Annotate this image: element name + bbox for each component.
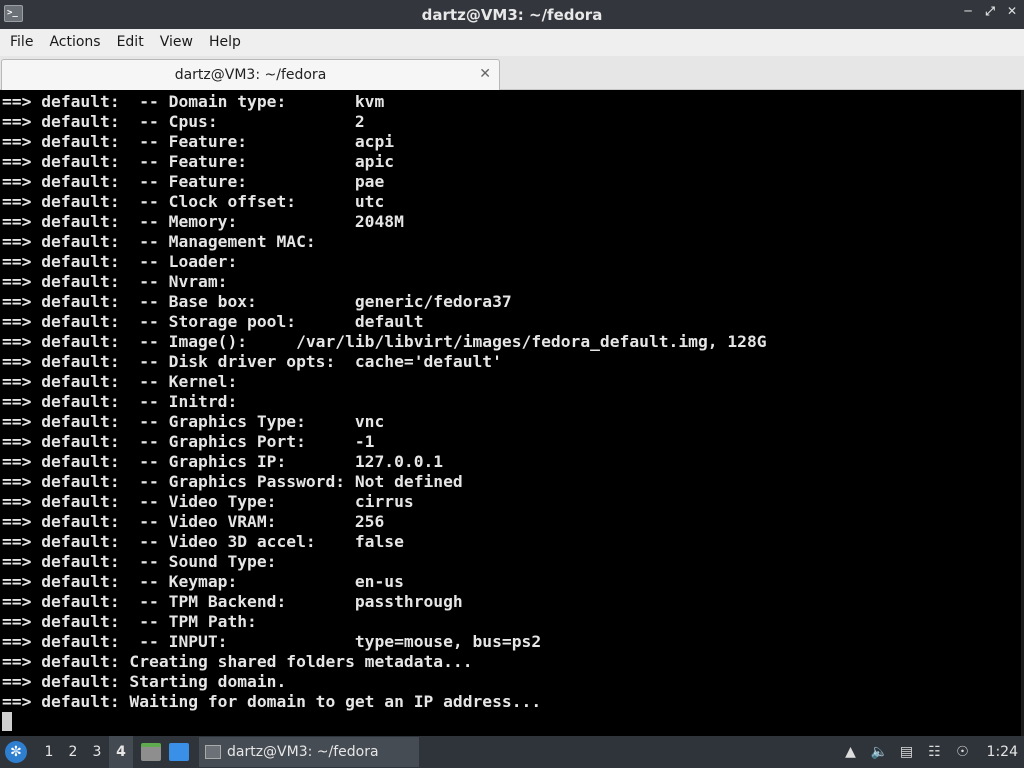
terminal-line: ==> default: -- Loader: [2,252,238,271]
terminal-line: ==> default: -- Graphics Password: Not d… [2,472,463,491]
terminal-line: ==> default: -- INPUT: type=mouse, bus=p… [2,632,542,651]
terminal-line: ==> default: -- Video VRAM: 256 [2,512,385,531]
terminal-icon [205,745,221,759]
menu-view[interactable]: View [152,29,201,56]
terminal-line: ==> default: -- Graphics Type: vnc [2,412,385,431]
minimize-icon[interactable]: ─ [962,4,974,19]
terminal-line: ==> default: -- Disk driver opts: cache=… [2,352,502,371]
terminal-line: ==> default: -- Cpus: 2 [2,112,365,131]
menu-bar: File Actions Edit View Help [0,29,1024,56]
task-label: dartz@VM3: ~/fedora [227,744,379,760]
terminal-line: ==> default: -- Feature: pae [2,172,385,191]
workspace-1[interactable]: 1 [37,736,61,768]
terminal-line: ==> default: -- Kernel: [2,372,238,391]
workspace-switcher: 1 2 3 4 [37,736,133,768]
terminal-line: ==> default: -- Video 3D accel: false [2,532,404,551]
terminal-line: ==> default: Waiting for domain to get a… [2,692,542,711]
workspace-3[interactable]: 3 [85,736,109,768]
terminal-icon: >_ [4,5,23,22]
terminal-line: ==> default: -- Feature: apic [2,152,395,171]
terminal-line: ==> default: -- Base box: generic/fedora… [2,292,512,311]
menu-actions[interactable]: Actions [41,29,108,56]
tab-close-icon[interactable]: ✕ [479,66,491,82]
terminal-line: ==> default: -- Storage pool: default [2,312,424,331]
terminal-line: ==> default: -- Keymap: en-us [2,572,404,591]
terminal-line: ==> default: -- Initrd: [2,392,238,411]
taskbar-window-button[interactable]: dartz@VM3: ~/fedora [199,737,419,767]
window-title: dartz@VM3: ~/fedora [421,5,603,24]
terminal-output: ==> default: -- Domain type: kvm ==> defa… [2,92,767,732]
window-titlebar[interactable]: >_ dartz@VM3: ~/fedora ─ ⤢ ✕ [0,0,1024,29]
terminal-line: ==> default: -- Video Type: cirrus [2,492,414,511]
terminal-line: ==> default: -- Graphics IP: 127.0.0.1 [2,452,444,471]
window-controls: ─ ⤢ ✕ [962,4,1018,19]
terminal-line: ==> default: -- Clock offset: utc [2,192,385,211]
terminal-cursor [2,712,12,731]
taskbar: ✼ 1 2 3 4 dartz@VM3: ~/fedora ▲ 🔈 ▤ ☷ ☉ … [0,736,1024,768]
update-icon[interactable]: ▲ [843,744,859,760]
tab-bar: dartz@VM3: ~/fedora ✕ [0,56,1024,90]
terminal-line: ==> default: -- Sound Type: [2,552,277,571]
terminal-line: ==> default: -- Image(): /var/lib/libvir… [2,332,767,351]
clock: 1:24 [986,744,1018,760]
workspace-2[interactable]: 2 [61,736,85,768]
terminal-line: ==> default: -- Memory: 2048M [2,212,404,231]
terminal-line: ==> default: -- Domain type: kvm [2,92,385,111]
terminal-tab[interactable]: dartz@VM3: ~/fedora ✕ [1,59,500,90]
system-tray: ▲ 🔈 ▤ ☷ ☉ 1:24 [843,744,1024,760]
menu-help[interactable]: Help [201,29,249,56]
file-manager-icon[interactable] [141,743,161,761]
menu-file[interactable]: File [2,29,41,56]
show-desktop-icon[interactable] [169,743,189,761]
terminal-line: ==> default: -- Nvram: [2,272,228,291]
start-menu-icon[interactable]: ✼ [5,741,27,763]
close-icon[interactable]: ✕ [1006,4,1018,19]
terminal-line: ==> default: -- TPM Backend: passthrough [2,592,463,611]
terminal-line: ==> default: -- TPM Path: [2,612,257,631]
restore-icon[interactable]: ⤢ [984,4,996,19]
terminal-line: ==> default: Creating shared folders met… [2,652,473,671]
workspace-4[interactable]: 4 [109,736,133,768]
clipboard-icon[interactable]: ☷ [927,744,943,760]
tab-label: dartz@VM3: ~/fedora [174,67,327,83]
menu-edit[interactable]: Edit [109,29,152,56]
terminal-line: ==> default: -- Management MAC: [2,232,316,251]
terminal-prompt-line [2,712,767,732]
terminal-line: ==> default: -- Graphics Port: -1 [2,432,375,451]
terminal-line: ==> default: Starting domain. [2,672,287,691]
notification-icon[interactable]: ☉ [955,744,971,760]
volume-icon[interactable]: 🔈 [871,744,888,760]
terminal-line: ==> default: -- Feature: acpi [2,132,395,151]
network-icon[interactable]: ▤ [899,744,915,760]
terminal-view[interactable]: ==> default: -- Domain type: kvm ==> defa… [0,90,1024,736]
